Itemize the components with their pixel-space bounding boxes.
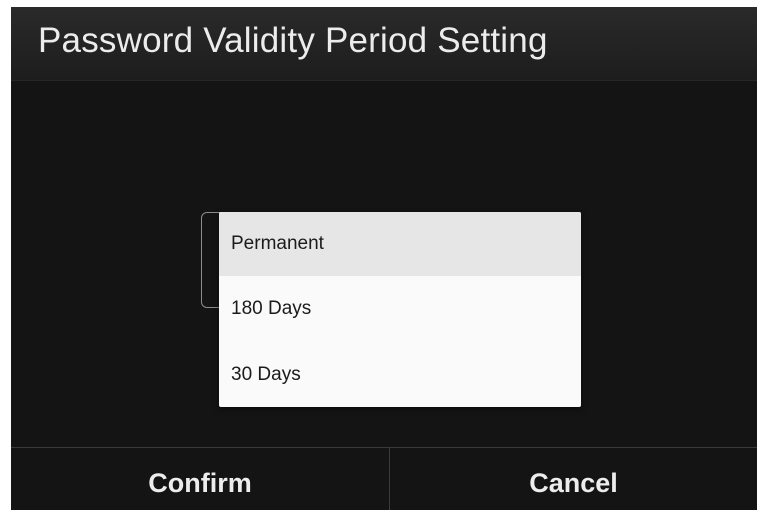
dialog-title-bar: Password Validity Period Setting <box>11 7 757 81</box>
cancel-button-label: Cancel <box>529 468 618 498</box>
dialog-title: Password Validity Period Setting <box>38 21 548 60</box>
validity-period-dropdown-menu: Permanent 180 Days 30 Days <box>219 212 581 407</box>
option-label: Permanent <box>231 233 324 254</box>
dialog-button-bar: Confirm Cancel <box>11 447 757 510</box>
confirm-button[interactable]: Confirm <box>11 448 389 510</box>
password-validity-dialog: Password Validity Period Setting Permane… <box>11 7 757 510</box>
option-permanent[interactable]: Permanent <box>219 212 581 276</box>
option-180-days[interactable]: 180 Days <box>219 277 581 341</box>
option-label: 30 Days <box>231 364 301 385</box>
confirm-button-label: Confirm <box>148 468 252 498</box>
option-label: 180 Days <box>231 298 312 319</box>
option-30-days[interactable]: 30 Days <box>219 343 581 407</box>
cancel-button[interactable]: Cancel <box>390 448 757 510</box>
